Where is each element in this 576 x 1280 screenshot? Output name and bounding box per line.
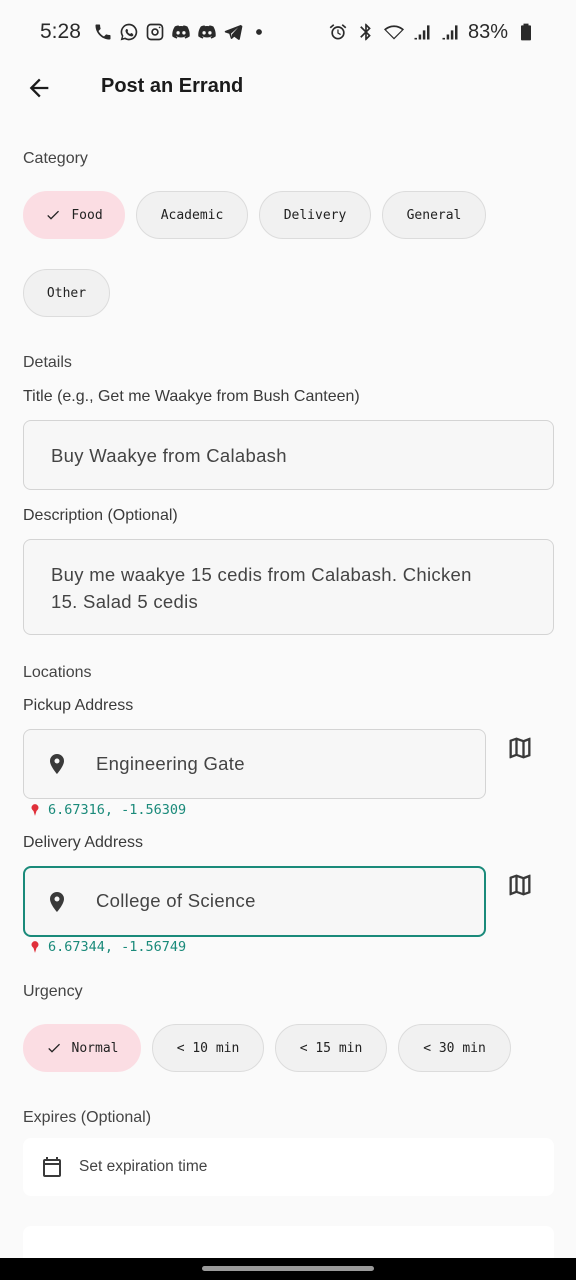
map-icon[interactable] <box>506 871 534 899</box>
wifi-icon <box>383 25 404 40</box>
expiration-time-picker[interactable]: Set expiration time <box>23 1138 554 1196</box>
back-button[interactable] <box>24 73 54 103</box>
calendar-icon <box>43 1157 61 1177</box>
dot-icon <box>255 29 262 35</box>
chip-urgency-15-min[interactable]: < 15 min <box>275 1024 387 1072</box>
chip-label: < 30 min <box>423 1040 486 1056</box>
pickup-field-label: Pickup Address <box>23 697 134 714</box>
page-title: Post an Errand <box>101 75 244 97</box>
pickup-address-value: Engineering Gate <box>96 753 245 774</box>
status-left: 5:28 <box>40 20 269 44</box>
signal-icon <box>442 25 458 40</box>
status-bar: 5:28 83% <box>0 0 576 64</box>
app-bar: Post an Errand <box>0 64 576 110</box>
location-pin-icon <box>50 892 64 912</box>
chip-label: General <box>406 207 462 223</box>
check-icon <box>47 210 60 220</box>
chip-label: Delivery <box>283 207 347 223</box>
urgency-label: Urgency <box>23 983 83 1000</box>
description-line-2: 15. Salad 5 cedis <box>51 591 199 612</box>
details-label: Details <box>23 354 72 371</box>
expiration-placeholder: Set expiration time <box>79 1158 208 1175</box>
bluetooth-icon <box>360 23 371 41</box>
title-field-label: Title (e.g., Get me Waakye from Bush Can… <box>23 388 360 405</box>
description-input[interactable]: Buy me waakye 15 cedis from Calabash. Ch… <box>23 539 554 635</box>
delivery-coordinates: 6.67344, -1.56749 <box>28 939 186 955</box>
delivery-address-value: College of Science <box>96 890 256 911</box>
pickup-coordinates: 6.67316, -1.56309 <box>28 802 186 818</box>
status-right: 83% <box>328 21 536 44</box>
map-icon[interactable] <box>506 734 534 762</box>
battery-icon <box>521 23 531 41</box>
battery-percent: 83% <box>467 20 508 43</box>
discord-icon <box>198 25 216 39</box>
discord-icon <box>172 25 190 39</box>
chip-label: < 15 min <box>299 1040 363 1056</box>
check-icon <box>47 1043 60 1053</box>
pickup-coords-text: 6.67316, -1.56309 <box>48 802 187 818</box>
pickup-address-input[interactable]: Engineering Gate <box>23 729 486 799</box>
delivery-address-input[interactable]: College of Science <box>23 866 486 937</box>
chip-label: Other <box>46 285 87 301</box>
expires-label: Expires (Optional) <box>23 1109 152 1126</box>
chip-category-food[interactable]: Food <box>23 191 125 239</box>
description-line-1: Buy me waakye 15 cedis from Calabash. Ch… <box>51 564 472 585</box>
title-input-value: Buy Waakye from Calabash <box>51 445 287 466</box>
arrow-left-icon <box>29 78 49 98</box>
chip-category-general[interactable]: General <box>382 191 486 239</box>
delivery-coords-text: 6.67344, -1.56749 <box>48 939 187 955</box>
home-gesture-handle[interactable] <box>202 1266 374 1271</box>
telegram-icon <box>224 24 243 40</box>
notification-icons <box>93 22 269 42</box>
chip-label: < 10 min <box>176 1040 240 1056</box>
red-pin-icon <box>31 804 39 816</box>
category-label: Category <box>23 150 88 167</box>
chip-category-delivery[interactable]: Delivery <box>259 191 371 239</box>
whatsapp-icon <box>120 23 138 41</box>
signal-icon <box>414 25 430 40</box>
location-pin-icon <box>50 754 64 774</box>
instagram-icon <box>146 23 164 41</box>
delivery-field-label: Delivery Address <box>23 834 144 851</box>
chip-category-other[interactable]: Other <box>23 269 110 317</box>
locations-label: Locations <box>23 664 92 681</box>
alarm-icon <box>329 24 347 40</box>
description-field-label: Description (Optional) <box>23 507 178 524</box>
chip-urgency-normal[interactable]: Normal <box>23 1024 141 1072</box>
status-time: 5:28 <box>40 20 81 43</box>
chip-label: Normal <box>71 1040 119 1056</box>
red-pin-icon <box>31 941 39 953</box>
chip-category-academic[interactable]: Academic <box>136 191 248 239</box>
phone-icon <box>95 24 111 40</box>
chip-urgency-10-min[interactable]: < 10 min <box>152 1024 264 1072</box>
chip-label: Food <box>71 207 103 223</box>
chip-label: Academic <box>160 207 224 223</box>
chip-urgency-30-min[interactable]: < 30 min <box>398 1024 511 1072</box>
title-input[interactable]: Buy Waakye from Calabash <box>23 420 554 490</box>
